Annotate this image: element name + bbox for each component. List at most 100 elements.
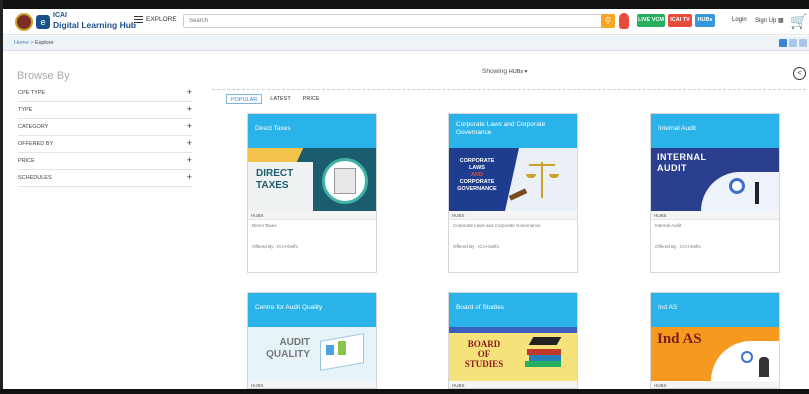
card-image[interactable]: BOARD OF STUDIES <box>449 327 577 381</box>
scales-of-justice-illustration <box>541 162 543 198</box>
browse-by-heading: Browse By <box>17 70 70 82</box>
breadcrumb: Home > Explore <box>14 40 54 46</box>
window-bottom-border <box>0 389 809 394</box>
card-image[interactable]: INTERNAL AUDIT <box>651 148 779 211</box>
card-image-text: INTERNAL <box>657 152 707 162</box>
live-vcm-button[interactable]: LIVE VCM <box>637 14 665 27</box>
card-name: Corporate Laws and Corporate Governance <box>453 223 541 228</box>
hub-card-audit-quality[interactable]: Centre for Audit Quality AUDIT QUALITY H… <box>247 292 377 389</box>
card-image-text: OF <box>477 349 491 359</box>
card-image-text: QUALITY <box>266 349 310 360</box>
filter-cpe-type[interactable]: CPE TYPE + <box>18 85 192 102</box>
expand-plus-icon[interactable]: + <box>187 138 192 148</box>
card-image-text: AUDIT <box>279 337 310 348</box>
window-left-border <box>0 0 3 394</box>
showing-selector[interactable]: Showing HUBs ▾ <box>482 68 527 75</box>
search-icon: ⚲ <box>605 16 611 25</box>
list-view-button[interactable] <box>789 39 797 47</box>
card-image-text: Ind AS <box>657 331 702 347</box>
expand-plus-icon[interactable]: + <box>187 155 192 165</box>
breadcrumb-bar: Home > Explore <box>3 36 809 51</box>
card-image-text: TAXES <box>256 180 289 191</box>
card-title[interactable]: Centre for Audit Quality <box>248 293 376 327</box>
magnifier-illustration <box>729 178 745 194</box>
card-tag: HUBS <box>651 211 779 220</box>
search-input[interactable] <box>183 14 615 28</box>
card-offered-by: Offered By : ICAI-Delhi <box>655 244 701 249</box>
showing-dropdown[interactable]: HUBs ▾ <box>509 69 528 75</box>
icai-tv-button[interactable]: ICAI TV <box>668 14 692 27</box>
explore-menu-button[interactable]: EXPLORE <box>134 16 177 23</box>
expand-plus-icon[interactable]: + <box>187 172 192 182</box>
card-tag: HUBS <box>449 211 577 220</box>
hamburger-icon <box>134 16 143 23</box>
card-image[interactable]: DIRECT TAXES <box>248 148 376 211</box>
top-header: e ICAI Digital Learning Hub EXPLORE ⚲ LI… <box>3 9 809 35</box>
card-name: Direct Taxes <box>252 223 277 228</box>
card-image[interactable]: Ind AS <box>651 327 779 381</box>
logo-title: ICAI <box>53 12 67 19</box>
filter-label: SCHEDULES <box>18 175 52 181</box>
hub-card-internal-audit[interactable]: Internal Audit INTERNAL AUDIT HUBS Inter… <box>650 113 780 273</box>
tab-price[interactable]: PRICE <box>299 94 324 104</box>
card-image-text: BOARD <box>467 339 501 349</box>
card-image-text: AUDIT <box>657 163 687 173</box>
filter-list: CPE TYPE + TYPE + CATEGORY + OFFERED BY … <box>18 85 192 187</box>
hub-card-corporate-laws[interactable]: Corporate Laws and Corporate Governance … <box>448 113 578 273</box>
analyst-illustration <box>741 351 753 363</box>
compact-view-button[interactable] <box>799 39 807 47</box>
site-logo[interactable]: e ICAI Digital Learning Hub <box>15 12 136 32</box>
breadcrumb-separator: > <box>30 40 34 46</box>
cart-icon[interactable]: 🛒 <box>790 12 807 30</box>
expand-plus-icon[interactable]: + <box>187 104 192 114</box>
card-image-text: DIRECT <box>256 168 294 179</box>
login-link[interactable]: Login <box>732 17 747 23</box>
filter-label: OFFERED BY <box>18 141 54 147</box>
card-image-text: STUDIES <box>464 359 504 369</box>
filter-schedules[interactable]: SCHEDULES + <box>18 170 192 187</box>
hubs-button[interactable]: HUBs <box>695 14 715 27</box>
card-title[interactable]: Board of Studies <box>449 293 577 327</box>
filter-offered-by[interactable]: OFFERED BY + <box>18 136 192 153</box>
filter-price[interactable]: PRICE + <box>18 153 192 170</box>
notification-bell-icon[interactable] <box>619 13 629 29</box>
share-icon[interactable]: < <box>793 67 806 80</box>
signup-link[interactable]: Sign Up ▩ <box>755 17 784 24</box>
card-image-text: CORPORATE <box>459 179 495 185</box>
breadcrumb-home[interactable]: Home <box>14 40 29 46</box>
card-tag: HUBS <box>449 381 577 388</box>
e-learning-icon: e <box>36 15 50 29</box>
filter-category[interactable]: CATEGORY + <box>18 119 192 136</box>
signup-icon: ▩ <box>778 18 784 24</box>
icai-emblem-icon <box>15 13 33 31</box>
tab-latest[interactable]: LATEST <box>266 94 294 104</box>
card-tag: HUBS <box>651 381 779 388</box>
card-image-text: CORPORATE <box>459 158 495 164</box>
search-button[interactable]: ⚲ <box>601 14 615 28</box>
showing-label: Showing <box>482 68 507 75</box>
signup-label: Sign Up <box>755 18 777 24</box>
card-title[interactable]: Corporate Laws and Corporate Governance <box>449 114 577 148</box>
breadcrumb-current: Explore <box>34 40 54 46</box>
hub-card-ind-as[interactable]: Ind AS Ind AS HUBS <box>650 292 780 389</box>
card-image-text: GOVERNANCE <box>457 186 497 192</box>
window-top-border <box>0 0 809 9</box>
card-tag: HUBS <box>248 211 376 220</box>
hub-card-board-of-studies[interactable]: Board of Studies BOARD OF STUDIES HUBS <box>448 292 578 389</box>
expand-plus-icon[interactable]: + <box>187 87 192 97</box>
expand-plus-icon[interactable]: + <box>187 121 192 131</box>
card-image[interactable]: AUDIT QUALITY <box>248 327 376 381</box>
filter-label: CPE TYPE <box>18 90 46 96</box>
divider <box>212 89 806 90</box>
filter-type[interactable]: TYPE + <box>18 102 192 119</box>
explore-label: EXPLORE <box>146 16 177 23</box>
filter-label: PRICE <box>18 158 35 164</box>
card-title[interactable]: Internal Audit <box>651 114 779 148</box>
card-title[interactable]: Ind AS <box>651 293 779 327</box>
hub-card-direct-taxes[interactable]: Direct Taxes DIRECT TAXES HUBS Direct Ta… <box>247 113 377 273</box>
logo-subtitle: Digital Learning Hub <box>53 20 137 30</box>
card-title[interactable]: Direct Taxes <box>248 114 376 148</box>
tab-popular[interactable]: POPULAR <box>226 94 263 104</box>
card-image[interactable]: CORPORATE LAWS AND CORPORATE GOVERNANCE <box>449 148 577 211</box>
grid-view-button[interactable] <box>779 39 787 47</box>
